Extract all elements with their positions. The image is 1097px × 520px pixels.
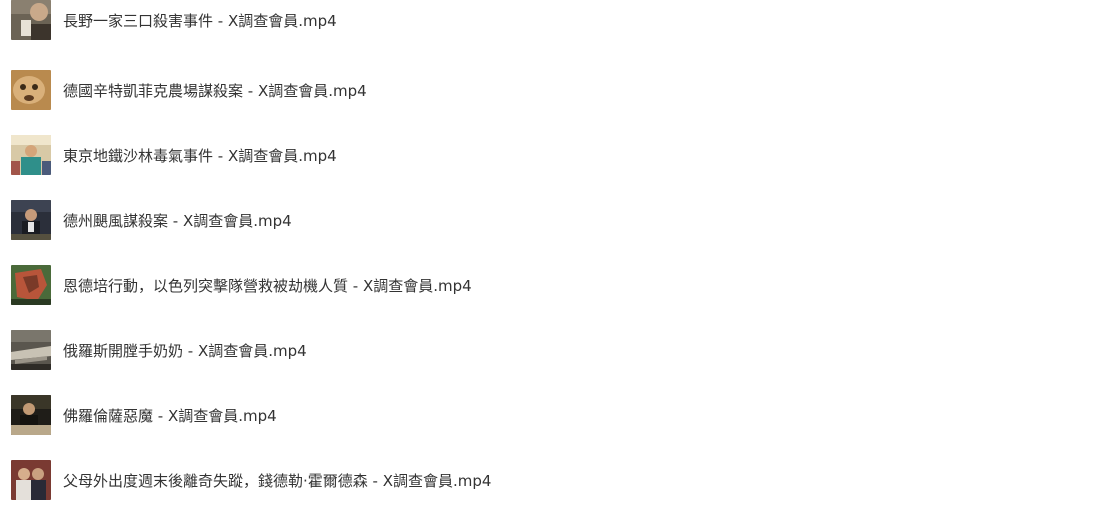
video-thumbnail-icon[interactable] bbox=[11, 395, 51, 435]
file-item-4[interactable]: 德州颶風謀殺案 - X調查會員.mp4 bbox=[0, 195, 1097, 260]
video-thumbnail-icon[interactable] bbox=[11, 70, 51, 110]
file-name[interactable]: 東京地鐵沙林毒氣事件 - X調查會員.mp4 bbox=[63, 146, 337, 166]
file-item-1[interactable]: 長野一家三口殺害事件 - X調查會員.mp4 bbox=[0, 0, 1097, 60]
file-item-3[interactable]: 東京地鐵沙林毒氣事件 - X調查會員.mp4 bbox=[0, 130, 1097, 195]
file-name[interactable]: 父母外出度週末後離奇失蹤，錢德勒·霍爾德森 - X調查會員.mp4 bbox=[63, 471, 491, 491]
file-name[interactable]: 德州颶風謀殺案 - X調查會員.mp4 bbox=[63, 211, 292, 231]
video-thumbnail-icon[interactable] bbox=[11, 0, 51, 40]
file-name[interactable]: 恩德培行動，以色列突擊隊營救被劫機人質 - X調查會員.mp4 bbox=[63, 276, 472, 296]
file-name[interactable]: 俄羅斯開膛手奶奶 - X調查會員.mp4 bbox=[63, 341, 307, 361]
video-thumbnail-icon[interactable] bbox=[11, 200, 51, 240]
file-item-6[interactable]: 俄羅斯開膛手奶奶 - X調查會員.mp4 bbox=[0, 325, 1097, 390]
file-item-7[interactable]: 佛羅倫薩惡魔 - X調查會員.mp4 bbox=[0, 390, 1097, 455]
file-name[interactable]: 德國辛特凱菲克農場謀殺案 - X調查會員.mp4 bbox=[63, 81, 367, 101]
video-thumbnail-icon[interactable] bbox=[11, 460, 51, 500]
file-name[interactable]: 佛羅倫薩惡魔 - X調查會員.mp4 bbox=[63, 406, 277, 426]
video-thumbnail-icon[interactable] bbox=[11, 265, 51, 305]
file-item-2[interactable]: 德國辛特凱菲克農場謀殺案 - X調查會員.mp4 bbox=[0, 65, 1097, 130]
file-name[interactable]: 長野一家三口殺害事件 - X調查會員.mp4 bbox=[63, 11, 337, 31]
file-item-5[interactable]: 恩德培行動，以色列突擊隊營救被劫機人質 - X調查會員.mp4 bbox=[0, 260, 1097, 325]
file-item-8[interactable]: 父母外出度週末後離奇失蹤，錢德勒·霍爾德森 - X調查會員.mp4 bbox=[0, 455, 1097, 520]
file-list: 長野一家三口殺害事件 - X調查會員.mp4 德國辛特凱菲克農場謀殺案 - X調… bbox=[0, 0, 1097, 520]
video-thumbnail-icon[interactable] bbox=[11, 135, 51, 175]
video-thumbnail-icon[interactable] bbox=[11, 330, 51, 370]
